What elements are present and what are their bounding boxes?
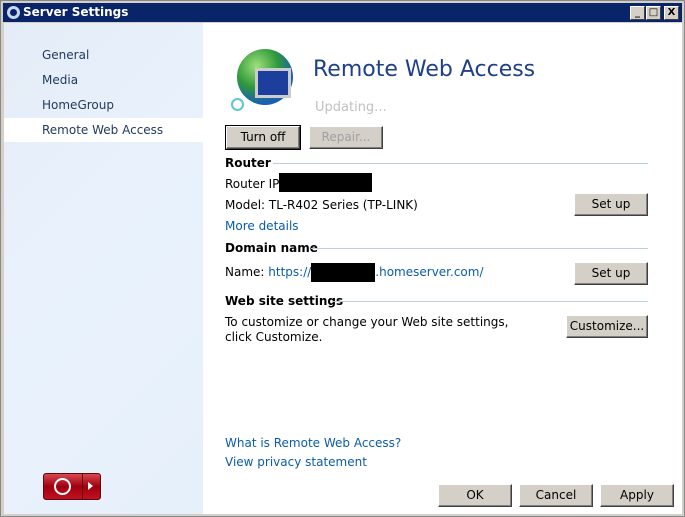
redacted-ip xyxy=(279,173,372,192)
power-icon xyxy=(54,478,71,495)
router-setup-button[interactable]: Set up xyxy=(574,193,648,216)
window-title: Server Settings xyxy=(23,5,129,19)
repair-button[interactable]: Repair... xyxy=(309,126,383,149)
close-button[interactable]: X xyxy=(664,6,679,20)
what-is-rwa-link[interactable]: What is Remote Web Access? xyxy=(225,436,401,450)
monitor-icon xyxy=(255,68,291,98)
domain-url-suffix[interactable]: .homeserver.com/ xyxy=(375,265,483,279)
redacted-domain xyxy=(311,263,376,282)
ok-button[interactable]: OK xyxy=(438,484,512,507)
more-details-link[interactable]: More details xyxy=(225,219,299,233)
minimize-button[interactable]: _ xyxy=(630,6,645,20)
domain-heading: Domain name xyxy=(225,241,318,255)
website-heading: Web site settings xyxy=(225,294,344,308)
website-description: To customize or change your Web site set… xyxy=(225,315,509,344)
apply-button[interactable]: Apply xyxy=(600,484,674,507)
server-settings-window: Server Settings _ □ X General Media Home… xyxy=(0,0,685,517)
sidebar: General Media HomeGroup Remote Web Acces… xyxy=(4,23,203,514)
maximize-button[interactable]: □ xyxy=(646,6,661,20)
router-ip-label: Router IP: xyxy=(225,177,284,191)
status-text: Updating... xyxy=(315,100,387,115)
arrow-right-icon[interactable] xyxy=(88,482,93,490)
turn-off-button[interactable]: Turn off xyxy=(225,125,301,150)
cancel-button[interactable]: Cancel xyxy=(519,484,593,507)
router-heading: Router xyxy=(225,156,271,170)
sidebar-item-media[interactable]: Media xyxy=(4,68,203,92)
router-model: Model: TL-R402 Series (TP-LINK) xyxy=(225,198,418,212)
title-bar: Server Settings _ □ X xyxy=(3,3,682,22)
gear-icon xyxy=(7,6,20,19)
page-title: Remote Web Access xyxy=(313,57,536,82)
spinner-icon xyxy=(231,98,244,111)
customize-button[interactable]: Customize... xyxy=(566,315,648,338)
domain-name-row: Name: https://.homeserver.com/ xyxy=(225,263,484,282)
sidebar-item-homegroup[interactable]: HomeGroup xyxy=(4,93,203,117)
domain-url-prefix[interactable]: https:// xyxy=(268,265,311,279)
domain-setup-button[interactable]: Set up xyxy=(574,262,648,285)
power-button[interactable] xyxy=(43,473,101,500)
sidebar-item-general[interactable]: General xyxy=(4,43,203,67)
main-panel: Remote Web Access Updating... Turn off R… xyxy=(203,23,682,514)
sidebar-item-remote-web-access[interactable]: Remote Web Access xyxy=(4,118,203,142)
privacy-link[interactable]: View privacy statement xyxy=(225,455,367,469)
